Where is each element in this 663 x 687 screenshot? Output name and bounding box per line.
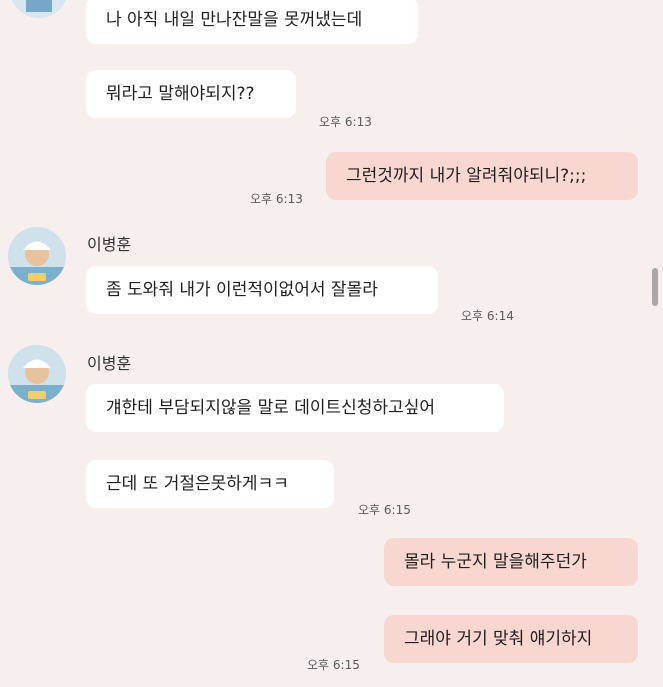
scrollbar[interactable]	[652, 268, 658, 306]
outgoing-message-bubble[interactable]: 그래야 거기 맞춰 얘기하지	[384, 615, 638, 663]
profile-photo-icon	[8, 345, 66, 403]
incoming-message-bubble[interactable]: 나 아직 내일 만나잔말을 못꺼냈는데	[86, 0, 418, 44]
incoming-message-bubble[interactable]: 좀 도와줘 내가 이런적이없어서 잘몰라	[86, 266, 438, 314]
message-timestamp: 오후 6:15	[307, 658, 360, 672]
message-timestamp: 오후 6:13	[319, 115, 372, 129]
message-timestamp: 오후 6:14	[461, 309, 514, 323]
incoming-message-bubble[interactable]: 걔한테 부담되지않을 말로 데이트신청하고싶어	[86, 384, 504, 432]
sender-name: 이병훈	[87, 354, 132, 373]
avatar[interactable]	[8, 227, 66, 285]
incoming-message-bubble[interactable]: 근데 또 거절은못하게ㅋㅋ	[86, 460, 334, 508]
message-timestamp: 오후 6:15	[358, 503, 411, 517]
outgoing-message-bubble[interactable]: 그런것까지 내가 알려줘야되니?;;;	[326, 152, 638, 200]
avatar[interactable]	[8, 345, 66, 403]
message-timestamp: 오후 6:13	[250, 192, 303, 206]
incoming-message-bubble[interactable]: 뭐라고 말해야되지??	[86, 70, 296, 118]
outgoing-message-bubble[interactable]: 몰라 누군지 말을해주던가	[384, 538, 638, 586]
sender-name: 이병훈	[87, 235, 132, 254]
profile-photo-icon	[8, 227, 66, 285]
